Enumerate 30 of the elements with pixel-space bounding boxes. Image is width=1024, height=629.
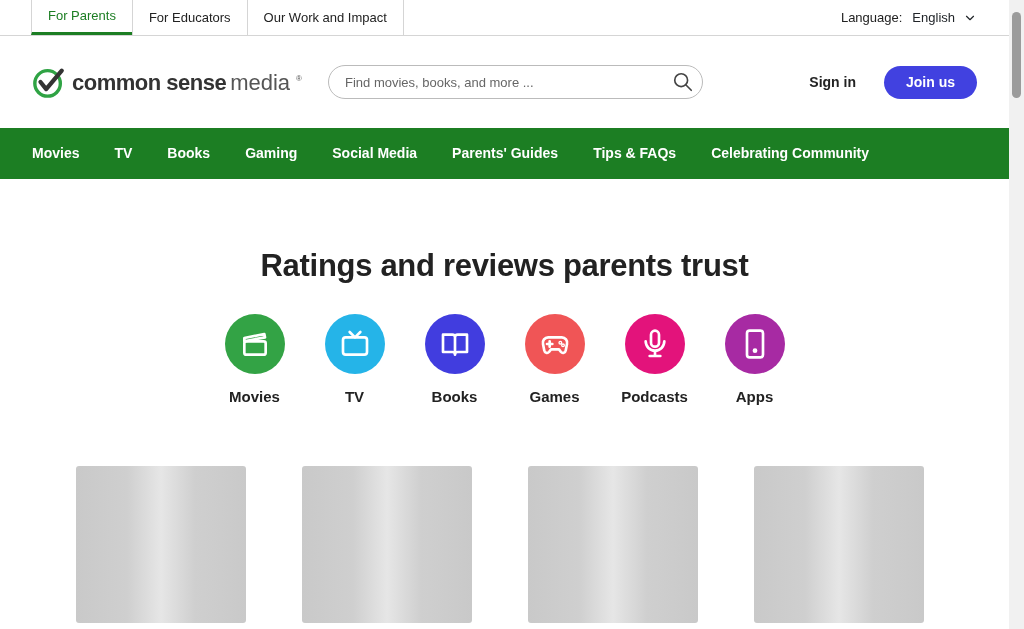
category-label[interactable]: Apps (735, 385, 774, 408)
search-icon (672, 71, 694, 93)
nav-link[interactable]: Tips & FAQs (593, 143, 677, 164)
nav-link[interactable]: Books (167, 143, 211, 164)
scrollbar-thumb[interactable] (1012, 12, 1021, 98)
nav-link[interactable]: Movies (32, 143, 80, 164)
logo-text[interactable]: media (230, 65, 291, 99)
category-label[interactable]: Movies (229, 385, 280, 408)
sign-in-button[interactable]: Sign in (803, 70, 862, 94)
audience-tab[interactable]: For Educators (131, 0, 248, 35)
join-button[interactable]: Join us (884, 65, 977, 99)
nav-link[interactable]: Parents' Guides (452, 143, 559, 164)
logo-text[interactable]: common sense (72, 65, 227, 99)
category-label[interactable]: Books (431, 385, 478, 408)
category-label[interactable]: Podcasts (621, 385, 688, 408)
nav-link[interactable]: TV (114, 143, 133, 164)
checkmark-logo-icon (32, 65, 66, 99)
audience-tab[interactable]: For Parents (31, 0, 133, 35)
category-label[interactable]: Games (529, 385, 580, 408)
scrollbar[interactable] (1009, 0, 1024, 629)
nav-link[interactable]: Gaming (245, 143, 298, 164)
nav-link[interactable]: Celebrating Community (711, 143, 870, 164)
page-heading: Ratings and reviews parents trust (259, 247, 750, 285)
registered-mark: ® (296, 73, 302, 85)
category-label[interactable]: TV (344, 385, 365, 408)
audience-tab[interactable]: Our Work and Impact (246, 0, 404, 35)
search-field[interactable]: Find movies, books, and more ... (328, 65, 703, 99)
language-label: Language: (840, 8, 903, 27)
language-dropdown[interactable]: English (912, 7, 977, 28)
nav-link[interactable]: Social Media (332, 143, 418, 164)
